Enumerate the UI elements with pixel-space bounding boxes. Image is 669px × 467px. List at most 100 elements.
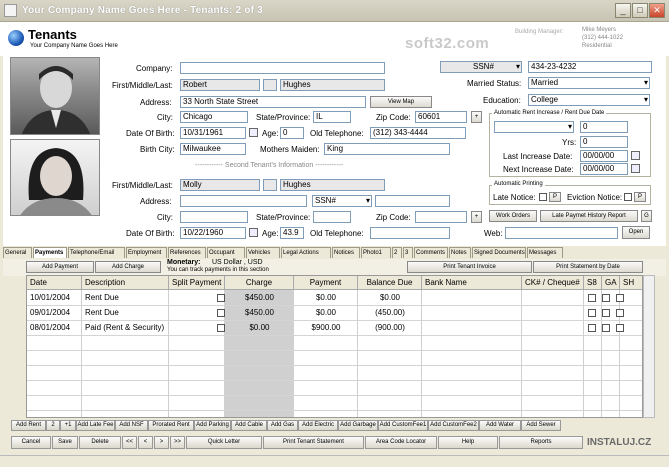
ga-checkbox[interactable] [602, 324, 610, 332]
city-input[interactable]: Chicago [180, 111, 248, 123]
company-input[interactable] [180, 62, 385, 74]
column-header-desc[interactable]: Description [82, 276, 169, 290]
tab-signed-documents[interactable]: Signed Documents [472, 247, 526, 258]
add-charge-button[interactable]: Add Charge [95, 261, 161, 273]
tab-general[interactable]: General [3, 247, 32, 258]
mothers-maiden-input[interactable]: King [324, 143, 450, 155]
g-button[interactable]: G [641, 210, 652, 222]
rent-increase-select[interactable] [494, 121, 574, 133]
fee-button-add-cable[interactable]: Add Cable [231, 420, 267, 431]
cancel-button[interactable]: Cancel [11, 436, 51, 449]
fee-button-add-garbage[interactable]: Add Garbage [338, 420, 378, 431]
cell-date[interactable]: 10/01/2004 [30, 290, 79, 305]
minimize-button[interactable]: _ [615, 3, 631, 18]
column-header-ck[interactable]: CK# / Cheque# [522, 276, 584, 290]
zip-input[interactable]: 60601 [415, 111, 467, 123]
column-header-split[interactable]: Split Payment [169, 276, 225, 290]
add-payment-button[interactable]: Add Payment [26, 261, 94, 273]
cell-balance[interactable]: $0.00 [361, 290, 419, 305]
tenant2-state-input[interactable] [313, 211, 351, 223]
cell-payment[interactable]: $0.00 [297, 305, 355, 320]
fee-button-add-parking[interactable]: Add Parking [194, 420, 231, 431]
column-header-date[interactable]: Date [27, 276, 82, 290]
split-payment-checkbox[interactable] [217, 294, 225, 302]
fee-button-add-rent[interactable]: Add Rent [11, 420, 46, 431]
close-button[interactable]: ✕ [649, 3, 665, 18]
tenant2-photo[interactable] [10, 139, 100, 216]
sh-checkbox[interactable] [616, 294, 624, 302]
cell-balance[interactable]: (450.00) [361, 305, 419, 320]
ssn-input[interactable]: 434-23-4232 [528, 61, 652, 73]
ga-checkbox[interactable] [602, 309, 610, 317]
tenant2-city-input[interactable] [180, 211, 248, 223]
education-select[interactable]: College [528, 94, 650, 106]
calendar-icon[interactable] [249, 128, 258, 137]
tenant2-old-telephone-input[interactable] [370, 227, 450, 239]
column-header-charge[interactable]: Charge [225, 276, 294, 290]
save-button[interactable]: Save [52, 436, 78, 449]
area-code-locator-button[interactable]: Area Code Locator [365, 436, 437, 449]
tenant2-age-input[interactable]: 43.9 [280, 227, 304, 239]
cell-charge[interactable]: $450.00 [228, 305, 291, 320]
address-input[interactable]: 33 North State Street [180, 96, 366, 108]
maximize-button[interactable]: □ [632, 3, 648, 18]
fee-button-add-water[interactable]: Add Water [479, 420, 521, 431]
fee-button--1[interactable]: +1 [60, 420, 76, 431]
cell-balance[interactable]: (900.00) [361, 320, 419, 335]
cell-payment[interactable]: $0.00 [297, 290, 355, 305]
print-invoice-button[interactable]: Print Tenant Invoice [407, 261, 532, 273]
web-input[interactable] [505, 227, 618, 239]
cell-charge[interactable]: $450.00 [228, 290, 291, 305]
fee-button-2[interactable]: 2 [46, 420, 60, 431]
tab-3[interactable]: 3 [403, 247, 413, 258]
tab-2[interactable]: 2 [392, 247, 402, 258]
married-status-select[interactable]: Married [528, 77, 650, 89]
cell-desc[interactable]: Rent Due [85, 290, 166, 305]
column-header-bank[interactable]: Bank Name [422, 276, 522, 290]
cell-charge[interactable]: $0.00 [228, 320, 291, 335]
table-scrollbar[interactable] [643, 275, 655, 418]
first-button[interactable]: << [122, 436, 137, 449]
cell-date[interactable]: 09/01/2004 [30, 305, 79, 320]
tab-notices[interactable]: Notices [332, 247, 360, 258]
delete-button[interactable]: Delete [79, 436, 121, 449]
view-map-button[interactable]: View Map [370, 96, 432, 108]
ga-checkbox[interactable] [602, 294, 610, 302]
reports-button[interactable]: Reports [499, 436, 583, 449]
split-payment-checkbox[interactable] [217, 309, 225, 317]
sh-checkbox[interactable] [616, 324, 624, 332]
print-statement-button[interactable]: Print Statement by Date [533, 261, 643, 273]
tenant1-photo[interactable] [10, 57, 100, 135]
first-name-input[interactable]: Robert [180, 79, 260, 91]
s8-checkbox[interactable] [588, 309, 596, 317]
tab-employment[interactable]: Employment [126, 247, 167, 258]
fee-button-add-late-fee[interactable]: Add Late Fee [76, 420, 115, 431]
zip-lookup-button[interactable]: + [471, 111, 482, 123]
tenant2-middle-name-input[interactable] [263, 179, 277, 191]
yrs-input[interactable]: 0 [580, 136, 628, 148]
prev-button[interactable]: < [138, 436, 153, 449]
work-orders-button[interactable]: Work Orders [489, 210, 537, 222]
old-telephone-input[interactable]: (312) 343-4444 [370, 127, 466, 139]
ssn-select[interactable]: SSN# [440, 61, 522, 73]
tab-payments[interactable]: Payments [33, 247, 67, 258]
open-web-button[interactable]: Open [622, 226, 650, 239]
next-button[interactable]: > [154, 436, 169, 449]
tenant2-zip-input[interactable] [415, 211, 467, 223]
fee-button-add-sewer[interactable]: Add Sewer [521, 420, 561, 431]
tab-notes[interactable]: Notes [449, 247, 471, 258]
fee-button-add-customfee2[interactable]: Add CustomFee2 [428, 420, 479, 431]
state-input[interactable]: IL [313, 111, 351, 123]
last-increase-calendar-icon[interactable] [631, 151, 640, 160]
last-name-input[interactable]: Hughes [280, 79, 385, 91]
tenant2-address-input[interactable] [180, 195, 307, 207]
column-header-sh[interactable]: SH [620, 276, 642, 290]
column-header-balance[interactable]: Balance Due [358, 276, 422, 290]
s8-checkbox[interactable] [588, 294, 596, 302]
tenant2-last-name-input[interactable]: Hughes [280, 179, 385, 191]
next-increase-calendar-icon[interactable] [631, 164, 640, 173]
help-button[interactable]: Help [438, 436, 498, 449]
tab-telephone-email[interactable]: Telephone/Email [68, 247, 125, 258]
s8-checkbox[interactable] [588, 324, 596, 332]
fee-button-add-customfee1[interactable]: Add CustomFee1 [378, 420, 428, 431]
